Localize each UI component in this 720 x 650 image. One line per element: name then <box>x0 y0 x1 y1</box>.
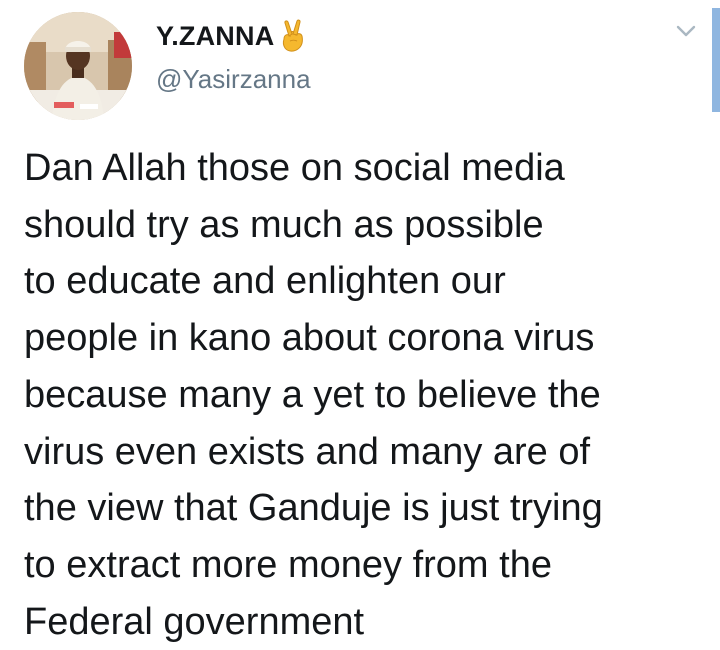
author-name-row: Y.ZANNA <box>156 16 308 56</box>
avatar[interactable] <box>24 12 132 120</box>
tweet-card: Y.ZANNA @Yasirzanna Dan Allah those on s… <box>0 0 720 649</box>
author-handle[interactable]: @Yasirzanna <box>156 64 311 95</box>
display-name[interactable]: Y.ZANNA <box>156 21 274 52</box>
scrollbar[interactable] <box>712 8 720 112</box>
chevron-down-icon[interactable] <box>672 20 700 42</box>
tweet-text: Dan Allah those on social media should t… <box>24 147 603 643</box>
profile-photo-icon <box>24 12 132 120</box>
victory-hand-emoji-icon <box>278 19 308 53</box>
